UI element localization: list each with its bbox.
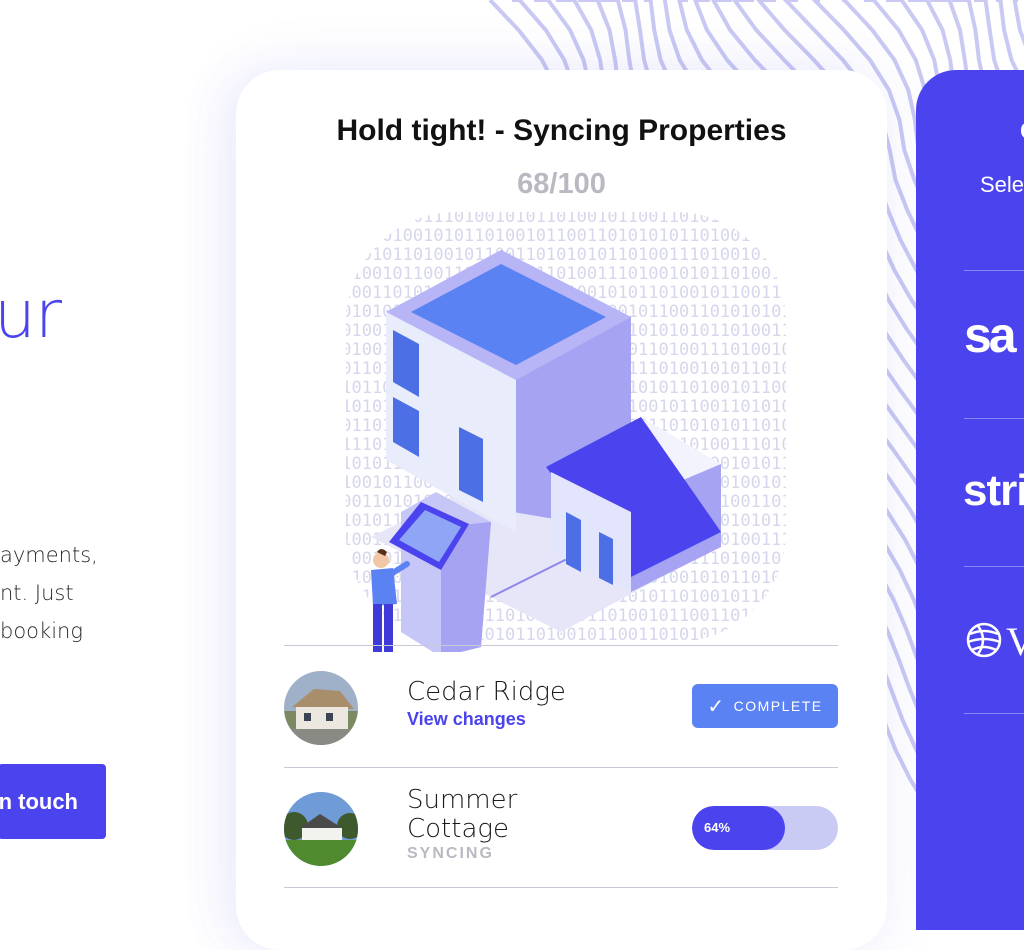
syncing-house-illustration: 0101101001110100101011010010110011010101…: [341, 202, 791, 652]
view-changes-link[interactable]: View changes: [407, 709, 526, 730]
integrations-panel: C Sele sa stri V: [916, 70, 1024, 930]
panel-subtitle: Sele: [980, 172, 1024, 198]
hero-heading: ur: [0, 276, 61, 353]
sync-progress-bar: 64%: [692, 806, 838, 850]
row-divider: [284, 767, 838, 768]
binary-text: 0010101101001011001101010101101001110100…: [341, 245, 791, 265]
property-name-line: Cottage: [407, 815, 517, 844]
property-row-cedar-ridge: Cedar Ridge View changes ✓ COMPLETE: [284, 668, 838, 768]
property-name: Cedar Ridge: [407, 678, 566, 707]
syncing-status-label: SYNCING: [407, 845, 494, 863]
sage-logo[interactable]: sa: [964, 306, 1014, 364]
globe-logo-icon: [964, 620, 1004, 660]
get-in-touch-button[interactable]: n touch: [0, 764, 106, 839]
property-thumbnail: [284, 792, 358, 866]
check-icon: ✓: [707, 694, 725, 719]
property-name-line: Summer: [407, 786, 517, 815]
panel-divider: [964, 566, 1024, 567]
panel-heading: C: [1020, 118, 1024, 146]
property-name: Summer Cottage: [407, 786, 517, 844]
complete-status-badge: ✓ COMPLETE: [692, 684, 838, 728]
complete-status-label: COMPLETE: [734, 698, 823, 714]
sync-card-title: Hold tight! - Syncing Properties: [236, 114, 887, 148]
sync-progress-label: 64%: [704, 806, 730, 850]
sync-card: Hold tight! - Syncing Properties 68/100 …: [236, 70, 887, 950]
sync-progress-count: 68/100: [236, 168, 887, 201]
hero-line: nt. Just: [0, 574, 98, 612]
binary-text: 1010010110011010101011010011101001010110…: [341, 264, 791, 284]
row-divider: [284, 645, 838, 646]
panel-divider: [964, 713, 1024, 714]
binary-text: 0101101001110100101011010010110011010101…: [341, 207, 791, 227]
stripe-logo[interactable]: stri: [963, 466, 1024, 516]
globe-logo[interactable]: V: [1006, 618, 1024, 665]
hero-line: ayments,: [0, 536, 98, 574]
property-row-summer-cottage: Summer Cottage SYNCING 64%: [284, 788, 838, 888]
get-in-touch-label: n touch: [0, 789, 78, 815]
hero-line: booking: [0, 612, 98, 650]
panel-divider: [964, 418, 1024, 419]
binary-text: 0011101001010110100101100110101010110100…: [341, 226, 791, 246]
hero-description: ayments, nt. Just booking: [0, 536, 98, 650]
property-thumbnail: [284, 671, 358, 745]
panel-divider: [964, 270, 1024, 271]
row-divider: [284, 887, 838, 888]
